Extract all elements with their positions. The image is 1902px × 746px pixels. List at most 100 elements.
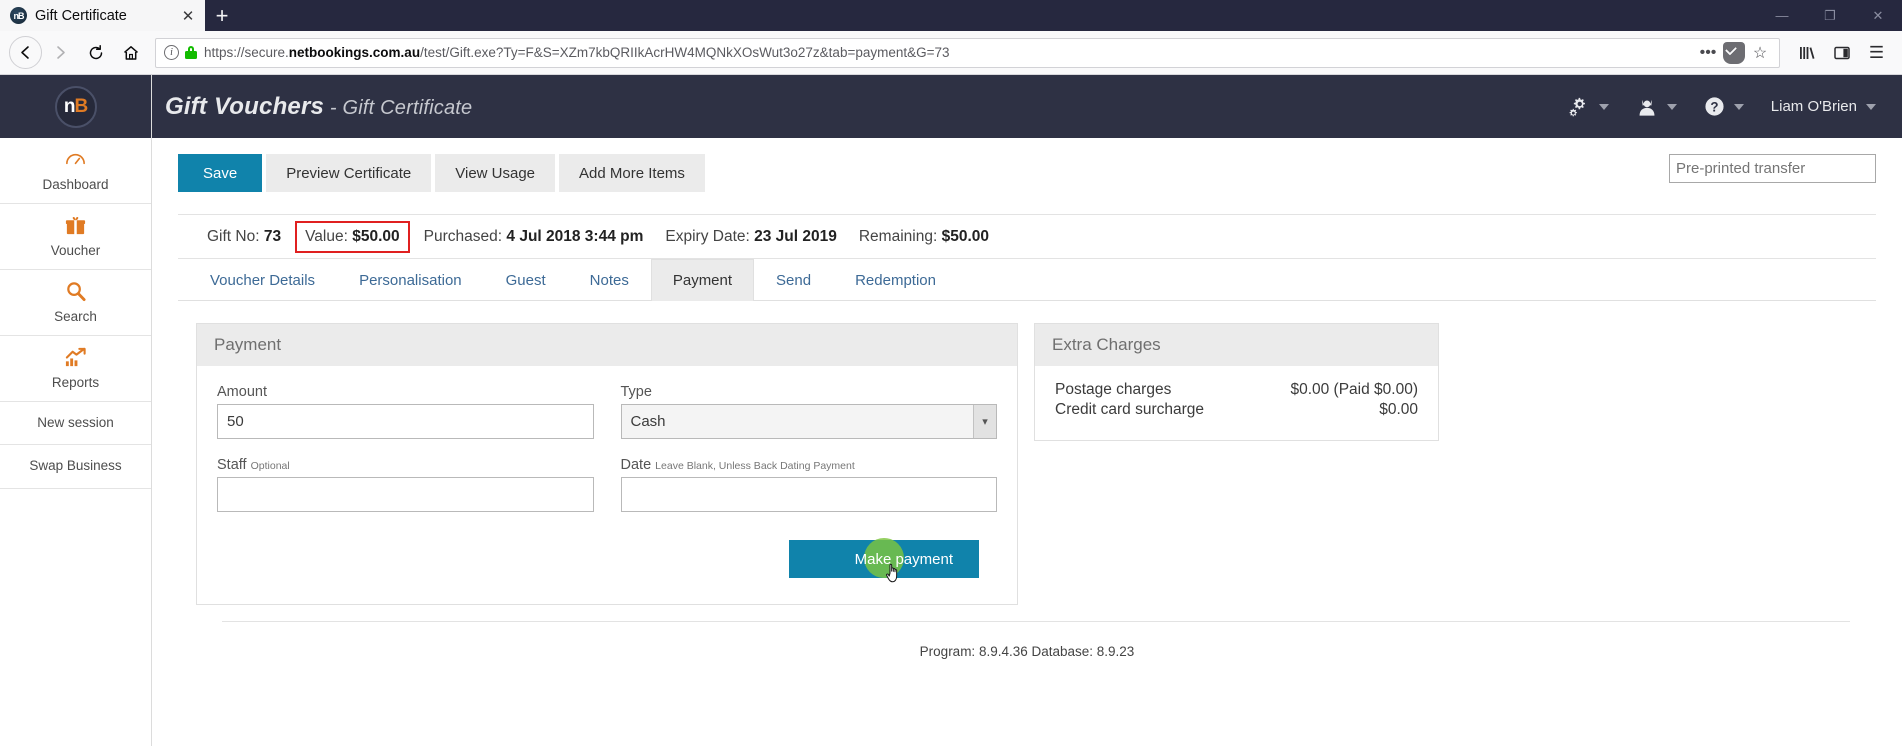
reload-icon[interactable] (79, 36, 112, 69)
url-actions: ••• ☆ (1697, 41, 1771, 64)
sidebar-item-label: New session (37, 414, 114, 430)
pre-printed-transfer-input[interactable] (1669, 154, 1876, 183)
save-button[interactable]: Save (178, 154, 263, 192)
home-icon[interactable] (114, 36, 147, 69)
navbar-right-buttons: ☰ (1790, 36, 1893, 69)
sidebar-icon[interactable] (1825, 36, 1858, 69)
panels-row: Payment Amount Type Cash (178, 301, 1876, 605)
view-usage-button[interactable]: View Usage (435, 154, 556, 192)
gears-icon (1568, 97, 1590, 117)
tab-notes[interactable]: Notes (568, 259, 651, 301)
chevron-down-icon (1733, 103, 1744, 110)
browser-window: nB Gift Certificate ✕ + — ❐ ✕ i https://… (0, 0, 1902, 746)
lock-icon (185, 46, 197, 59)
amount-label: Amount (217, 384, 267, 400)
chevron-down-icon (1666, 103, 1677, 110)
sidebar-item-swap-business[interactable]: Swap Business (0, 445, 151, 490)
sidebar-item-label: Search (54, 308, 97, 324)
sidebar-item-dashboard[interactable]: Dashboard (0, 138, 151, 204)
action-toolbar: Save Preview Certificate View Usage Add … (178, 154, 1876, 192)
footer-version: Program: 8.9.4.36 Database: 8.9.23 (919, 644, 1135, 659)
page-title: Gift Vouchers - Gift Certificate (165, 92, 473, 120)
date-hint: Leave Blank, Unless Back Dating Payment (655, 460, 855, 472)
maximize-icon[interactable]: ❐ (1806, 0, 1854, 31)
page-actions-icon[interactable]: ••• (1697, 42, 1719, 64)
type-field-group: Type Cash ▾ (620, 384, 997, 439)
pocket-icon[interactable] (1723, 41, 1745, 64)
charge-row: Postage charges $0.00 (Paid $0.00) (1055, 380, 1418, 400)
user-icon (1636, 97, 1658, 117)
add-more-items-button[interactable]: Add More Items (559, 154, 705, 192)
logo-area: nB (0, 75, 151, 138)
chart-icon (4, 346, 147, 371)
payment-row-2: Staff Optional Date Leave Blank, Unless … (217, 457, 997, 512)
svg-text:?: ? (1710, 99, 1718, 114)
date-field-group: Date Leave Blank, Unless Back Dating Pay… (620, 457, 997, 512)
browser-navbar: i https://secure.netbookings.com.au/test… (0, 31, 1902, 75)
netbookings-logo[interactable]: nB (54, 85, 97, 128)
tab-close-icon[interactable]: ✕ (179, 7, 197, 25)
charge-value: $0.00 (Paid $0.00) (1290, 381, 1418, 398)
charge-row: Credit card surcharge $0.00 (1055, 400, 1418, 420)
forward-icon[interactable] (44, 36, 77, 69)
user-menu[interactable]: Liam O'Brien (1771, 98, 1876, 115)
staff-input[interactable] (217, 477, 594, 512)
sidebar-item-search[interactable]: Search (0, 270, 151, 336)
tab-payment[interactable]: Payment (650, 259, 755, 301)
dashboard-icon (4, 148, 147, 173)
sidebar-item-voucher[interactable]: Voucher (0, 204, 151, 270)
url-bar[interactable]: i https://secure.netbookings.com.au/test… (155, 37, 1780, 68)
date-input[interactable] (620, 477, 997, 512)
type-label: Type (620, 384, 652, 400)
amount-input[interactable] (217, 404, 594, 439)
extra-charges-heading: Extra Charges (1035, 324, 1438, 366)
library-icon[interactable] (1790, 36, 1823, 69)
info-value: Value: $50.00 (295, 220, 410, 253)
sidebar-item-new-session[interactable]: New session (0, 402, 151, 446)
tab-send[interactable]: Send (754, 259, 833, 301)
chevron-down-icon (1598, 103, 1609, 110)
sidebar-item-label: Voucher (50, 242, 101, 258)
chevron-down-icon[interactable]: ▾ (973, 405, 996, 438)
date-label: Date Leave Blank, Unless Back Dating Pay… (620, 457, 855, 473)
page-info-icon[interactable]: i (164, 45, 179, 60)
sidebar-item-label: Reports (51, 374, 100, 390)
site-identity[interactable]: i (164, 45, 197, 60)
make-payment-button[interactable]: Make payment (788, 538, 979, 582)
preview-certificate-button[interactable]: Preview Certificate (266, 154, 432, 192)
tab-guest[interactable]: Guest (484, 259, 568, 301)
tab-personalisation[interactable]: Personalisation (337, 259, 484, 301)
tab-voucher-details[interactable]: Voucher Details (188, 259, 337, 301)
staff-menu[interactable] (1636, 97, 1677, 117)
sidebar-item-reports[interactable]: Reports (0, 336, 151, 402)
close-window-icon[interactable]: ✕ (1854, 0, 1902, 31)
tab-redemption[interactable]: Redemption (833, 259, 958, 301)
charge-value: $0.00 (1379, 401, 1418, 418)
content-area: Gift Vouchers - Gift Certificate ? Liam … (152, 75, 1902, 746)
tab-title: Gift Certificate (35, 7, 127, 24)
help-menu[interactable]: ? (1704, 96, 1744, 117)
url-text: https://secure.netbookings.com.au/test/G… (204, 45, 950, 60)
info-expiry-date: Expiry Date: 23 Jul 2019 (665, 227, 837, 245)
bookmark-star-icon[interactable]: ☆ (1749, 42, 1771, 64)
main-area: Save Preview Certificate View Usage Add … (152, 138, 1902, 746)
charge-label: Postage charges (1055, 381, 1172, 398)
browser-tab[interactable]: nB Gift Certificate ✕ (0, 0, 205, 31)
type-select[interactable]: Cash ▾ (620, 404, 997, 439)
chevron-down-icon (1866, 103, 1876, 110)
tab-favicon-icon: nB (10, 7, 27, 24)
staff-label: Staff Optional (217, 457, 290, 473)
gift-icon (4, 214, 147, 239)
menu-icon[interactable]: ☰ (1860, 36, 1893, 69)
staff-hint: Optional (250, 460, 290, 472)
extra-charges-panel: Extra Charges Postage charges $0.00 (Pai… (1034, 323, 1439, 441)
info-gift-no: Gift No: 73 (207, 227, 282, 245)
application: nB Dashboard Voucher Search Reports New … (0, 75, 1902, 746)
make-payment-row: Make payment (217, 538, 997, 582)
back-icon[interactable] (9, 36, 42, 69)
settings-menu[interactable] (1568, 97, 1609, 117)
new-tab-button[interactable]: + (205, 0, 239, 31)
payment-panel: Payment Amount Type Cash (196, 323, 1018, 605)
minimize-icon[interactable]: — (1758, 0, 1806, 31)
help-icon: ? (1704, 96, 1725, 117)
